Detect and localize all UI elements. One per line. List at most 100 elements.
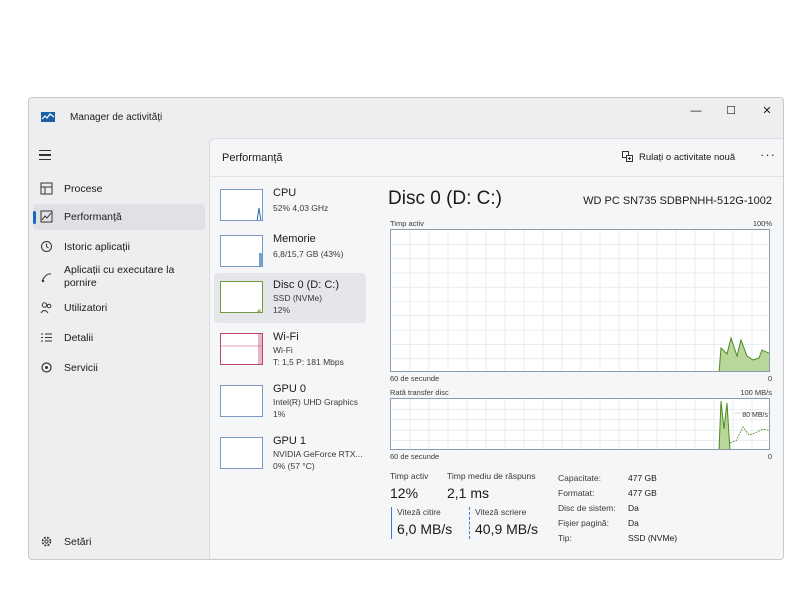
device-cpu[interactable]: CPU 52% 4,03 GHz <box>214 181 366 231</box>
active-time-graph <box>390 229 770 372</box>
transfer-rate-graph-label: Rată transfer disc <box>390 388 449 397</box>
services-icon <box>41 362 52 373</box>
sidebar-item-settings[interactable]: Setări <box>33 529 205 555</box>
device-gpu-0[interactable]: GPU 0 Intel(R) UHD Graphics 1% <box>214 377 366 427</box>
processes-icon <box>40 182 53 195</box>
device-wifi[interactable]: Wi-Fi Wi-Fi T: 1,5 P: 181 Mbps <box>214 325 366 375</box>
read-speed-marker <box>391 507 392 539</box>
active-time-graph-label: Timp activ <box>390 219 424 228</box>
property-value: Da <box>628 503 639 513</box>
device-memory[interactable]: Memorie 6,8/15,7 GB (43%) <box>214 227 366 277</box>
disk-detail-panel: Disc 0 (D: C:) WD PC SN735 SDBPNHH-512G-… <box>388 183 772 553</box>
response-time-value: 2,1 ms <box>447 485 490 501</box>
transfer-rate-max-label: 100 MB/s <box>740 388 772 397</box>
title-bar: Manager de activități — ☐ ✕ <box>29 98 783 138</box>
close-button[interactable]: ✕ <box>756 102 778 120</box>
disk-thumbnail <box>220 281 263 313</box>
device-info: 12% <box>273 305 291 315</box>
sidebar-item-startup-apps[interactable]: Aplicații cu executare la pornire <box>33 262 205 292</box>
device-gpu-1[interactable]: GPU 1 NVIDIA GeForce RTX... 0% (57 °C) <box>214 429 366 479</box>
device-name: Memorie <box>273 233 316 245</box>
task-manager-window: Manager de activități — ☐ ✕ Procese Perf… <box>28 97 784 560</box>
minimize-button[interactable]: — <box>685 102 707 120</box>
history-icon <box>41 241 52 252</box>
device-info: Intel(R) UHD Graphics <box>273 397 359 407</box>
write-speed-label: Viteză scriere <box>475 507 527 517</box>
device-name: GPU 0 <box>273 383 307 395</box>
device-info: SSD (NVMe) <box>273 293 323 303</box>
device-info: 0% (57 °C) <box>273 461 315 471</box>
device-name: Wi-Fi <box>273 331 299 343</box>
maximize-button[interactable]: ☐ <box>720 102 742 120</box>
device-info: Wi-Fi <box>273 345 293 355</box>
device-info: NVIDIA GeForce RTX... <box>273 449 363 459</box>
device-disk-0[interactable]: Disc 0 (D: C:) SSD (NVMe) 12% <box>214 273 366 323</box>
property-key: Fișier pagină: <box>558 518 610 528</box>
property-value: 477 GB <box>628 488 657 498</box>
property-key: Capacitate: <box>558 473 601 483</box>
device-info: 52% 4,03 GHz <box>273 203 329 213</box>
sidebar-item-label: Setări <box>64 536 92 548</box>
transfer-rate-min-label: 0 <box>767 452 772 461</box>
wifi-thumbnail <box>220 333 263 365</box>
sidebar-item-app-history[interactable]: Istoric aplicații <box>33 234 205 260</box>
disk-model: WD PC SN735 SDBPNHH-512G-1002 <box>583 195 772 207</box>
active-time-max-label: 100% <box>752 219 772 228</box>
sidebar-item-details[interactable]: Detalii <box>33 325 205 351</box>
sidebar-item-label: Detalii <box>64 332 94 344</box>
sidebar-item-users[interactable]: Utilizatori <box>33 295 205 321</box>
app-title: Manager de activități <box>70 112 163 123</box>
gpu0-thumbnail <box>220 385 263 417</box>
write-speed-value: 40,9 MB/s <box>475 521 539 537</box>
sidebar-item-label: Performanță <box>64 211 122 223</box>
read-speed-label: Viteză citire <box>397 507 441 517</box>
sidebar: Procese Performanță Istoric aplicații Ap… <box>29 138 209 559</box>
device-name: CPU <box>273 187 297 199</box>
gear-icon <box>41 536 52 547</box>
read-speed-value: 6,0 MB/s <box>397 521 453 537</box>
write-speed-marker <box>469 507 470 539</box>
transfer-rate-mid-label: 80 MB/s <box>742 412 768 419</box>
menu-icon[interactable] <box>39 150 51 160</box>
transfer-rate-graph <box>390 398 770 450</box>
active-time-min-label: 0 <box>767 374 772 383</box>
property-key: Disc de sistem: <box>558 503 616 513</box>
property-value: Da <box>628 518 639 528</box>
active-time-stat-label: Timp activ <box>390 471 429 481</box>
sidebar-item-label: Aplicații cu executare la pornire <box>64 264 175 289</box>
active-time-stat-value: 12% <box>390 485 419 501</box>
property-value: SSD (NVMe) <box>628 533 678 543</box>
sidebar-item-label: Istoric aplicații <box>64 241 130 253</box>
active-time-timespan: 60 de secunde <box>390 374 440 383</box>
device-info: 6,8/15,7 GB (43%) <box>273 249 344 259</box>
property-key: Formatat: <box>558 488 595 498</box>
property-value: 477 GB <box>628 473 657 483</box>
task-manager-icon <box>41 112 55 122</box>
run-task-label: Rulați o activitate nouă <box>639 152 736 163</box>
memory-thumbnail <box>220 235 263 267</box>
startup-icon <box>41 273 52 283</box>
transfer-rate-timespan: 60 de secunde <box>390 452 440 461</box>
property-key: Tip: <box>558 533 572 543</box>
page-title: Performanță <box>222 152 283 164</box>
device-info: T: 1,5 P: 181 Mbps <box>273 357 344 367</box>
sidebar-item-label: Procese <box>64 183 103 195</box>
response-time-label: Timp mediu de răspuns <box>447 471 536 481</box>
sidebar-item-label: Utilizatori <box>64 302 108 314</box>
gpu1-thumbnail <box>220 437 263 469</box>
run-task-icon <box>622 151 633 162</box>
main-panel: Performanță Rulați o activitate nouă ···… <box>209 138 783 559</box>
device-name: Disc 0 (D: C:) <box>273 279 339 291</box>
more-options-button[interactable]: ··· <box>760 147 776 162</box>
header-divider <box>210 176 783 177</box>
details-icon <box>41 333 52 342</box>
users-icon <box>40 302 52 314</box>
performance-icon <box>40 210 53 223</box>
sidebar-item-performance[interactable]: Performanță <box>33 204 205 230</box>
cpu-thumbnail <box>220 189 263 221</box>
device-name: GPU 1 <box>273 435 307 447</box>
sidebar-item-label: Servicii <box>64 362 98 374</box>
sidebar-item-services[interactable]: Servicii <box>33 355 205 381</box>
sidebar-item-processes[interactable]: Procese <box>33 176 205 202</box>
disk-title: Disc 0 (D: C:) <box>388 188 502 209</box>
